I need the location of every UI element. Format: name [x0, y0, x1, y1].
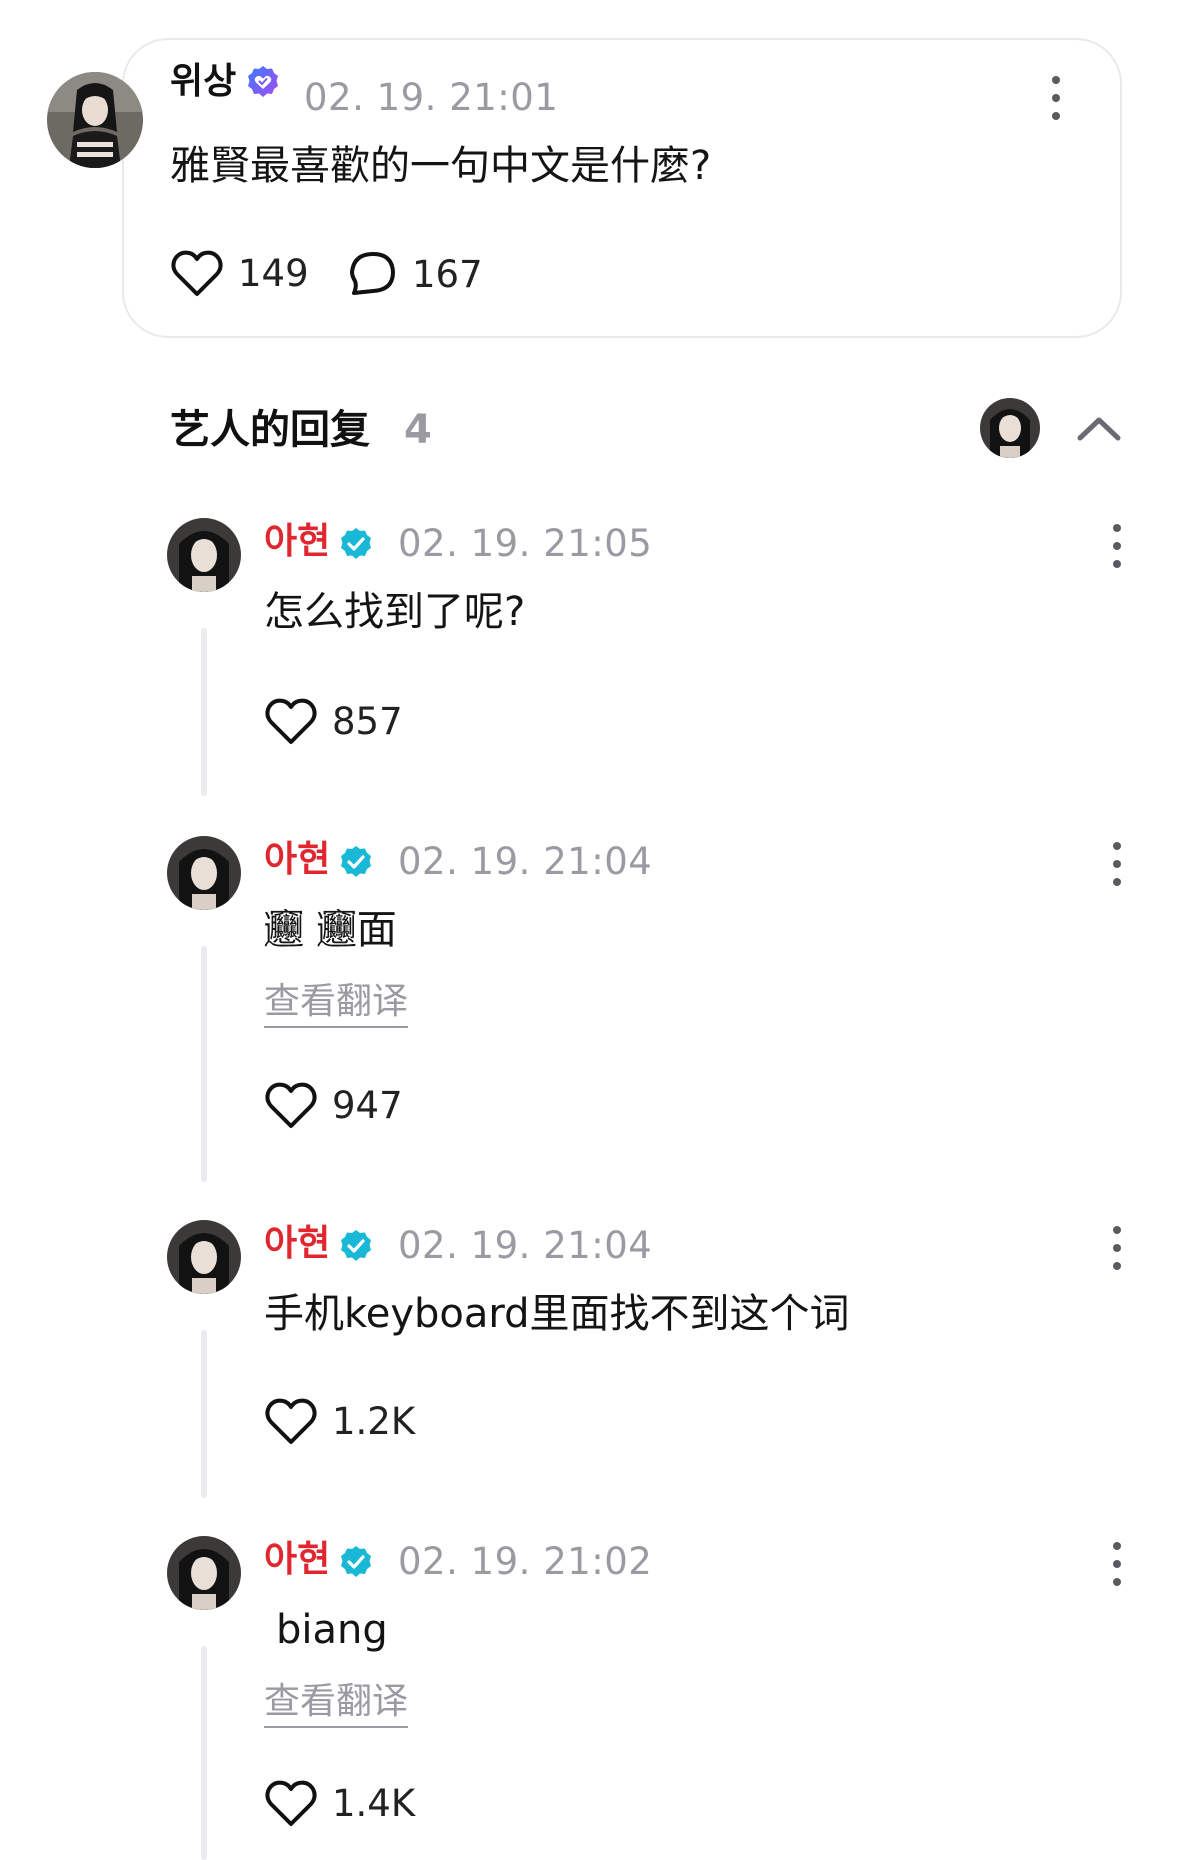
verified-badge-icon	[338, 844, 374, 880]
reply-author-avatar[interactable]	[167, 1536, 241, 1610]
reply-more-options-icon[interactable]	[1109, 1226, 1125, 1270]
reply-text: 手机keyboard里面找不到这个词	[264, 1291, 850, 1337]
reply-like-count: 1.4K	[332, 1781, 416, 1825]
reply-author-avatar[interactable]	[167, 836, 241, 910]
post-comment-button[interactable]: 167	[348, 250, 483, 298]
reply-author-name[interactable]: 아현	[264, 1222, 330, 1266]
post-text: 雅賢最喜歡的一句中文是什麼?	[170, 143, 712, 189]
view-translation-link[interactable]: 查看翻译	[264, 1680, 409, 1728]
artist-avatar[interactable]	[980, 398, 1040, 458]
verified-badge-icon	[338, 526, 374, 562]
reply-timestamp: 02. 19. 21:05	[398, 522, 653, 565]
heart-icon	[171, 250, 223, 296]
collapse-chevron-up-icon[interactable]	[1074, 410, 1124, 446]
verified-badge-icon	[338, 1544, 374, 1580]
reply-timestamp: 02. 19. 21:04	[398, 1224, 653, 1267]
reply-like-count: 857	[332, 699, 403, 743]
reply-timestamp: 02. 19. 21:04	[398, 840, 653, 883]
reply-author-avatar[interactable]	[167, 518, 241, 592]
post-timestamp: 02. 19. 21:01	[304, 76, 559, 119]
thread-line	[201, 946, 207, 1182]
reply-timestamp: 02. 19. 21:02	[398, 1540, 653, 1583]
reply-text: biang	[276, 1607, 388, 1653]
post-more-options-icon[interactable]	[1048, 76, 1064, 120]
comment-bubble-icon	[350, 252, 395, 295]
post-author-avatar[interactable]	[47, 72, 143, 168]
reply-like-count: 947	[332, 1083, 403, 1127]
reply-author-name[interactable]: 아현	[264, 1538, 330, 1582]
reply-like-count: 1.2K	[332, 1399, 416, 1443]
verified-badge-icon	[338, 1228, 374, 1264]
post-comment-count: 167	[412, 252, 483, 296]
heart-icon	[265, 1780, 317, 1826]
thread-line	[201, 1646, 207, 1860]
reply-author-avatar[interactable]	[167, 1220, 241, 1294]
reply-text: 怎么找到了呢?	[264, 589, 526, 635]
reply-author-name[interactable]: 아현	[264, 520, 330, 564]
view-translation-link[interactable]: 查看翻译	[264, 980, 409, 1028]
reply-author-name[interactable]: 아현	[264, 838, 330, 882]
reply-more-options-icon[interactable]	[1109, 842, 1125, 886]
thread-line	[201, 1330, 207, 1498]
artist-replies-title: 艺人的回复	[170, 407, 370, 453]
post-like-count: 149	[238, 251, 309, 295]
heart-icon	[265, 698, 317, 744]
reply-more-options-icon[interactable]	[1109, 1542, 1125, 1586]
reply-more-options-icon[interactable]	[1109, 524, 1125, 568]
reply-like-button[interactable]: 1.4K	[264, 1778, 415, 1828]
reply-like-button[interactable]: 947	[264, 1080, 403, 1130]
reply-like-button[interactable]: 857	[264, 696, 403, 746]
post-like-button[interactable]: 149	[170, 248, 309, 298]
heart-icon	[265, 1398, 317, 1444]
heart-check-badge-icon	[245, 64, 281, 100]
reply-like-button[interactable]: 1.2K	[264, 1396, 415, 1446]
artist-replies-count: 4	[404, 407, 432, 453]
heart-icon	[265, 1082, 317, 1128]
post-author-name[interactable]: 위상	[170, 60, 236, 104]
thread-line	[201, 628, 207, 796]
reply-text: 𰻞 𰻞面	[264, 907, 397, 953]
